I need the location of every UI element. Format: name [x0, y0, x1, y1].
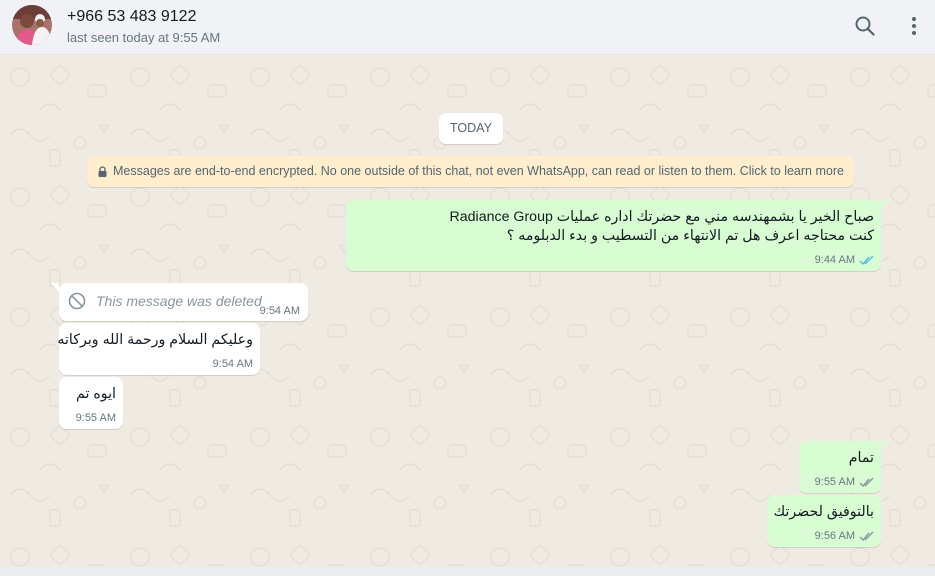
avatar-image — [12, 5, 52, 45]
message-text: تمام — [848, 450, 874, 466]
date-divider: TODAY — [439, 113, 503, 144]
double-check-delivered-icon — [859, 531, 874, 542]
message-bubble-outgoing[interactable]: تمام 9:55 AM — [799, 441, 881, 493]
bubble-tail — [881, 200, 889, 209]
message-list[interactable]: TODAY Messages are end-to-end encrypted.… — [0, 55, 935, 566]
message-bubble-deleted[interactable]: This message was deleted 9:54 AM — [59, 283, 308, 321]
encryption-notice-text: Messages are end-to-end encrypted. No on… — [113, 164, 844, 178]
composer-edge — [0, 566, 935, 576]
message-text: بالتوفيق لحضرتك — [773, 504, 874, 520]
message-text: ايوه تم — [76, 386, 116, 402]
message-time: 9:54 AM — [259, 305, 300, 317]
double-check-delivered-icon — [859, 477, 874, 488]
message-bubble-outgoing[interactable]: بالتوفيق لحضرتك 9:56 AM — [767, 495, 881, 547]
kebab-menu-icon — [912, 17, 916, 35]
lock-icon — [98, 166, 107, 177]
message-bubble-incoming[interactable]: ايوه تم 9:55 AM — [59, 377, 123, 429]
message-text: صباح الخير يا بشمهندسه مني مع حضرتك ادار… — [449, 209, 874, 225]
deleted-message-text: This message was deleted — [96, 293, 262, 309]
search-icon — [855, 16, 875, 36]
deleted-ban-icon — [68, 292, 86, 310]
contact-name[interactable]: +966 53 483 9122 — [67, 8, 196, 26]
message-time: 9:56 AM — [814, 530, 855, 542]
message-text: وعليكم السلام ورحمة الله وبركاته — [57, 332, 253, 348]
contact-last-seen: last seen today at 9:55 AM — [67, 30, 221, 45]
message-bubble-incoming[interactable]: وعليكم السلام ورحمة الله وبركاته 9:54 AM — [57, 323, 260, 375]
message-bubble-1[interactable]: صباح الخير يا بشمهندسه مني مع حضرتك ادار… — [346, 200, 881, 271]
message-time: 9:55 AM — [75, 412, 116, 424]
menu-button[interactable] — [901, 13, 927, 39]
encryption-notice[interactable]: Messages are end-to-end encrypted. No on… — [87, 156, 854, 187]
message-time: 9:54 AM — [212, 358, 253, 370]
message-time: 9:44 AM — [814, 254, 855, 266]
contact-avatar[interactable] — [12, 5, 52, 45]
message-text: كنت محتاجه اعرف هل تم الانتهاء من التسطي… — [506, 228, 874, 244]
chat-header: +966 53 483 9122 last seen today at 9:55… — [0, 0, 935, 55]
bubble-tail — [881, 441, 889, 450]
search-button[interactable] — [852, 13, 878, 39]
message-time: 9:55 AM — [814, 476, 855, 488]
double-check-read-icon — [859, 255, 874, 266]
bubble-tail — [51, 283, 59, 292]
